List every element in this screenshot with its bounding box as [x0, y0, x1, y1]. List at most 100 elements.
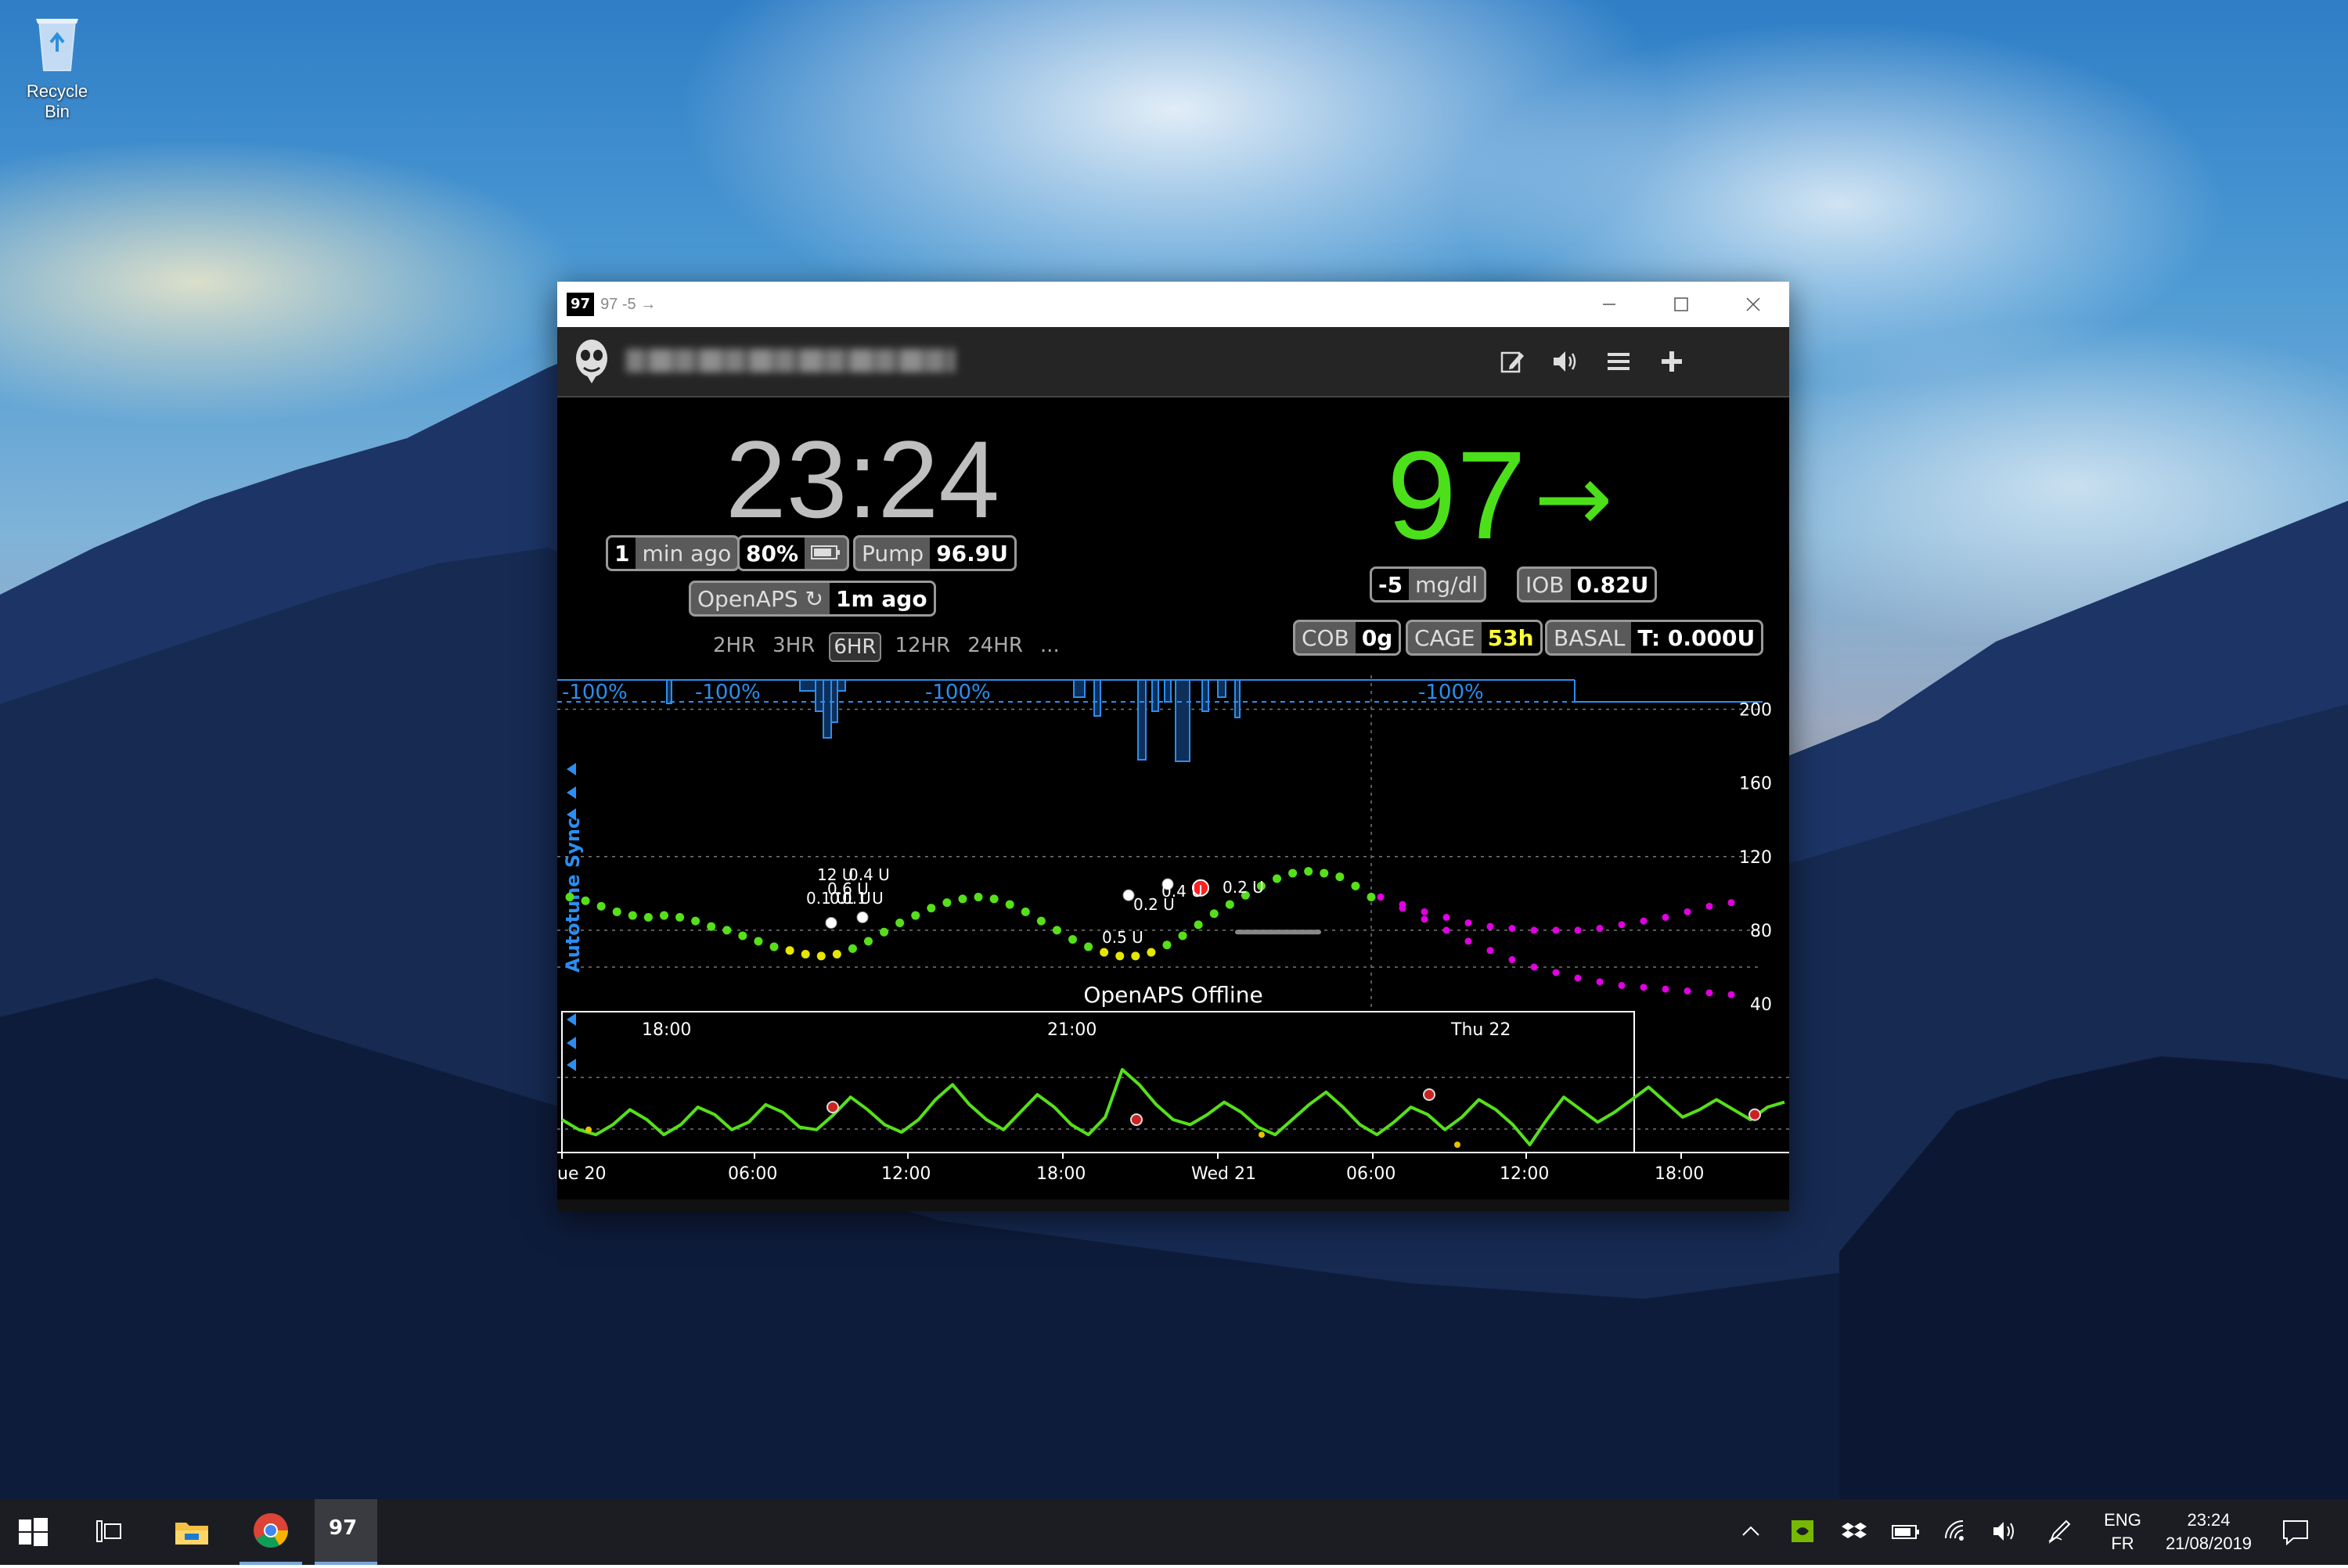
menu-icon — [1608, 353, 1630, 370]
prediction-low-point — [1662, 985, 1669, 993]
prediction-high-point — [1640, 917, 1648, 925]
bg-reading-point — [738, 931, 747, 940]
basal-bar — [1175, 679, 1190, 762]
menu-button[interactable] — [1600, 343, 1637, 380]
speaker-icon — [1554, 351, 1576, 372]
chart-footer — [557, 1199, 1789, 1211]
range-2hr[interactable]: 2HR — [710, 632, 758, 662]
nightscout-taskbar-badge: 97 — [329, 1516, 358, 1540]
add-button[interactable] — [1653, 343, 1691, 380]
bg-reading-point — [1273, 874, 1282, 883]
notification-icon — [2283, 1520, 2308, 1546]
openaps-label: OpenAPS ↻ — [697, 585, 823, 612]
battery-tray[interactable] — [1891, 1521, 1922, 1543]
glucose-chart[interactable]: 2001601208040-100% -100% -100% -100%Autotun… — [557, 675, 1789, 1211]
task-view-button[interactable] — [94, 1516, 128, 1548]
folder-icon — [175, 1523, 208, 1545]
range-12hr[interactable]: 12HR — [892, 632, 954, 662]
cage-pill[interactable]: CAGE 53h — [1406, 620, 1543, 656]
chrome-button[interactable] — [239, 1499, 302, 1565]
show-hidden-icons-button[interactable] — [1739, 1519, 1763, 1543]
bg-reading-point — [1225, 900, 1234, 909]
close-button[interactable] — [1717, 282, 1789, 327]
nightscout-logo-icon[interactable] — [574, 338, 609, 383]
dropbox-tray[interactable] — [1841, 1518, 1867, 1545]
pump-label: Pump — [862, 540, 924, 566]
bg-reading-point — [754, 937, 763, 946]
speaker-button[interactable] — [1547, 343, 1584, 380]
current-bg: 97 — [1387, 425, 1526, 565]
chrome-icon — [239, 1513, 302, 1565]
edit-button[interactable] — [1493, 343, 1531, 380]
recycle-bin-label: Recycle Bin — [26, 81, 88, 121]
volume-tray[interactable] — [1991, 1518, 2019, 1545]
last-reading-pill[interactable]: 1 min ago — [606, 535, 740, 571]
close-icon — [1746, 297, 1760, 311]
delta-unit: mg/dl — [1415, 571, 1478, 598]
range-24hr[interactable]: 24HR — [964, 632, 1026, 662]
main-chart-bg — [557, 675, 1789, 1012]
action-center-button[interactable] — [2281, 1518, 2312, 1546]
bg-reading-point — [1068, 935, 1078, 944]
bg-reading-point — [581, 896, 590, 905]
basal-value: T: 0.000U — [1631, 622, 1762, 653]
cob-pill[interactable]: COB 0g — [1293, 620, 1402, 656]
main-display: 23:24 1 min ago 80% Pump 96.9U OpenAPS ↻… — [557, 397, 1789, 1211]
treatment-label: 0.4 U — [1161, 882, 1203, 901]
minimize-button[interactable] — [1573, 282, 1645, 327]
bottom-axis-label: Wed 21 — [1191, 1164, 1256, 1184]
basal-bar — [1164, 679, 1172, 703]
active-indicator — [315, 1562, 377, 1565]
iob-pill[interactable]: IOB 0.82U — [1517, 566, 1658, 602]
bottom-axis-label: 06:00 — [1346, 1164, 1395, 1184]
battery-icon — [805, 541, 847, 566]
prediction-high-point — [1662, 913, 1669, 921]
bottom-axis-label: 06:00 — [728, 1164, 777, 1184]
bottom-axis-label: 18:00 — [1655, 1164, 1704, 1184]
low-marker — [1259, 1131, 1265, 1138]
minimize-icon — [1603, 304, 1615, 305]
file-explorer-button[interactable] — [172, 1515, 211, 1549]
network-tray[interactable] — [1943, 1518, 1971, 1545]
y-tick-label: 200 — [1739, 701, 1772, 721]
system-clock[interactable]: 23:24 21/08/2019 — [2154, 1509, 2263, 1555]
prediction-high-point — [1486, 922, 1494, 930]
basal-label: BASAL — [1554, 624, 1626, 651]
basal-bar — [666, 679, 672, 704]
bg-reading-point — [707, 922, 716, 931]
bottom-axis-label: 18:00 — [1036, 1164, 1086, 1184]
treatment-marker — [825, 916, 837, 929]
week-treatment-marker — [1423, 1088, 1435, 1101]
bg-reading-point — [816, 951, 826, 961]
nvidia-tray[interactable] — [1789, 1518, 1816, 1545]
range-[interactable]: ... — [1037, 632, 1063, 662]
openaps-pill[interactable]: OpenAPS ↻ 1m ago — [689, 581, 936, 617]
bg-reading-point — [848, 944, 857, 953]
bg-reading-point — [942, 898, 952, 908]
window-titlebar[interactable]: 97 97 -5 → — [557, 282, 1789, 327]
delta-pill[interactable]: -5 mg/dl — [1370, 566, 1487, 602]
nightscout-taskbar-button[interactable]: 97 — [315, 1499, 377, 1565]
window-title: 97 -5 → — [600, 295, 657, 313]
bottom-axis-label: 12:00 — [1500, 1164, 1549, 1184]
pen-tray[interactable] — [2046, 1518, 2074, 1545]
openaps-value: 1m ago — [829, 583, 934, 614]
prediction-high-point — [1464, 919, 1472, 926]
bg-reading-point — [769, 942, 779, 951]
bg-reading-point — [565, 893, 574, 902]
prediction-high-point — [1421, 908, 1428, 915]
bg-reading-point — [1036, 916, 1046, 926]
range-6hr[interactable]: 6HR — [829, 632, 881, 662]
basal-bar — [1137, 679, 1147, 761]
pump-pill[interactable]: Pump 96.9U — [853, 535, 1017, 571]
maximize-button[interactable] — [1645, 282, 1717, 327]
range-3hr[interactable]: 3HR — [769, 632, 818, 662]
battery-icon — [1892, 1525, 1919, 1539]
battery-pill[interactable]: 80% — [737, 535, 850, 571]
basal-pill[interactable]: BASAL T: 0.000U — [1545, 620, 1764, 656]
bottom-axis-label: ue 20 — [557, 1164, 606, 1184]
start-button[interactable] — [16, 1515, 50, 1549]
language-indicator[interactable]: ENG FR — [2101, 1509, 2145, 1555]
bg-reading-point — [1052, 926, 1061, 935]
recycle-bin[interactable]: Recycle Bin — [14, 11, 100, 122]
